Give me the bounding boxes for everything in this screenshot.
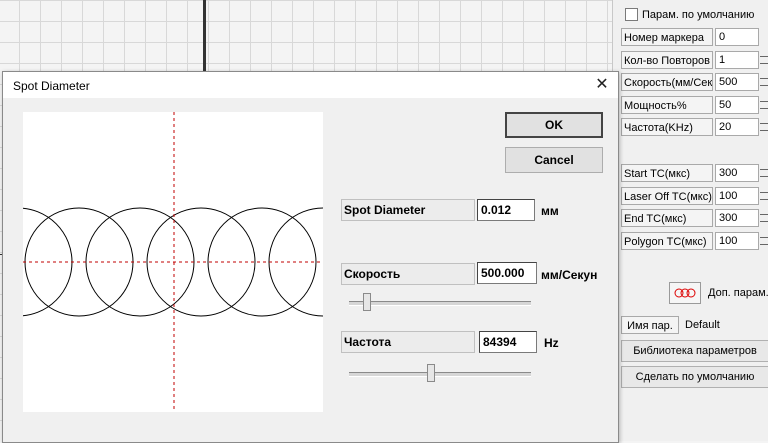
extra-params-button[interactable] — [669, 282, 701, 304]
param-value[interactable]: 1 — [715, 50, 759, 69]
frequency-unit: Hz — [544, 336, 559, 350]
spot-diameter-input[interactable]: 0.012 — [477, 199, 535, 221]
parameter-panel: Парам. по умолчанию Номер маркера 0 Кол-во… — [612, 0, 768, 441]
timing-param-row: Start TC(мкс) 300 — [621, 163, 768, 183]
circles-pattern-icon — [674, 288, 696, 298]
timing-param-value[interactable]: 100 — [715, 231, 759, 250]
timing-param-row: Polygon TC(мкс) 100 — [621, 231, 768, 251]
spinner-arrows-icon[interactable] — [759, 96, 768, 114]
spinner-arrows-icon[interactable] — [759, 51, 768, 69]
spot-diameter-label: Spot Diameter — [341, 199, 475, 221]
spinner-arrows-icon[interactable] — [759, 118, 768, 136]
speed-input[interactable]: 500.000 — [477, 262, 537, 284]
spot-diameter-unit: мм — [541, 204, 559, 218]
param-row: Номер маркера 0 — [621, 27, 759, 47]
timing-param-label: Start TC(мкс) — [621, 164, 713, 182]
param-row: Скорость(мм/Сек 500 — [621, 72, 768, 92]
param-value[interactable]: 500 — [715, 73, 759, 91]
extra-params-label[interactable]: Доп. парам. — [708, 287, 768, 299]
spinner-arrows-icon[interactable] — [759, 164, 768, 182]
timing-param-row: End TC(мкс) 300 — [621, 208, 768, 228]
default-params-checkbox-row[interactable]: Парам. по умолчанию — [625, 8, 754, 21]
frequency-slider-thumb[interactable] — [427, 364, 436, 382]
timing-param-label: Laser Off TC(мкс) — [621, 186, 713, 205]
default-params-label: Парам. по умолчанию — [642, 8, 755, 21]
timing-param-label: End TC(мкс) — [621, 209, 713, 227]
timing-param-row: Laser Off TC(мкс) 100 — [621, 186, 768, 206]
param-library-button[interactable]: Библиотека параметров — [621, 340, 768, 362]
make-default-button[interactable]: Сделать по умолчанию — [621, 366, 768, 388]
param-row: Мощность% 50 — [621, 95, 768, 115]
dialog-titlebar[interactable]: Spot Diameter ✕ — [3, 72, 618, 98]
spinner-arrows-icon[interactable] — [759, 73, 768, 91]
param-value[interactable]: 20 — [715, 118, 759, 136]
spinner-arrows-icon[interactable] — [759, 187, 768, 205]
spot-diameter-dialog: Spot Diameter ✕ OK Cancel Spot Diameter … — [0, 71, 619, 443]
speed-unit: мм/Секун — [541, 268, 598, 282]
spinner-arrows-icon[interactable] — [759, 232, 768, 250]
speed-slider-track[interactable] — [349, 301, 531, 306]
param-name-label: Имя пар. — [621, 316, 679, 334]
timing-param-label: Polygon TC(мкс) — [621, 231, 713, 250]
timing-param-value[interactable]: 100 — [715, 186, 759, 205]
dialog-title: Spot Diameter — [13, 79, 90, 93]
timing-param-value[interactable]: 300 — [715, 209, 759, 227]
param-name-value[interactable]: Default — [683, 316, 768, 334]
spot-preview-graphic — [0, 112, 378, 412]
timing-param-value[interactable]: 300 — [715, 164, 759, 182]
default-params-checkbox[interactable] — [625, 8, 638, 21]
cancel-button[interactable]: Cancel — [505, 147, 603, 173]
param-value[interactable]: 0 — [715, 28, 759, 46]
speed-slider-thumb[interactable] — [362, 293, 371, 311]
param-label: Номер маркера — [621, 28, 713, 46]
frequency-input[interactable]: 84394 — [479, 331, 537, 353]
frequency-slider-track[interactable] — [349, 372, 531, 377]
param-label: Скорость(мм/Сек — [621, 73, 713, 91]
param-value[interactable]: 50 — [715, 95, 759, 114]
speed-label: Скорость — [341, 263, 475, 285]
close-icon[interactable]: ✕ — [593, 76, 611, 94]
ok-button[interactable]: OK — [505, 112, 603, 138]
param-row: Частота(KHz) 20 — [621, 117, 768, 137]
param-label: Кол-во Повторов — [621, 50, 713, 69]
param-row: Кол-во Повторов 1 — [621, 50, 768, 70]
param-label: Частота(KHz) — [621, 118, 713, 136]
param-label: Мощность% — [621, 95, 713, 114]
spinner-arrows-icon[interactable] — [759, 209, 768, 227]
frequency-label: Частота — [341, 331, 475, 353]
spot-preview — [0, 112, 378, 412]
